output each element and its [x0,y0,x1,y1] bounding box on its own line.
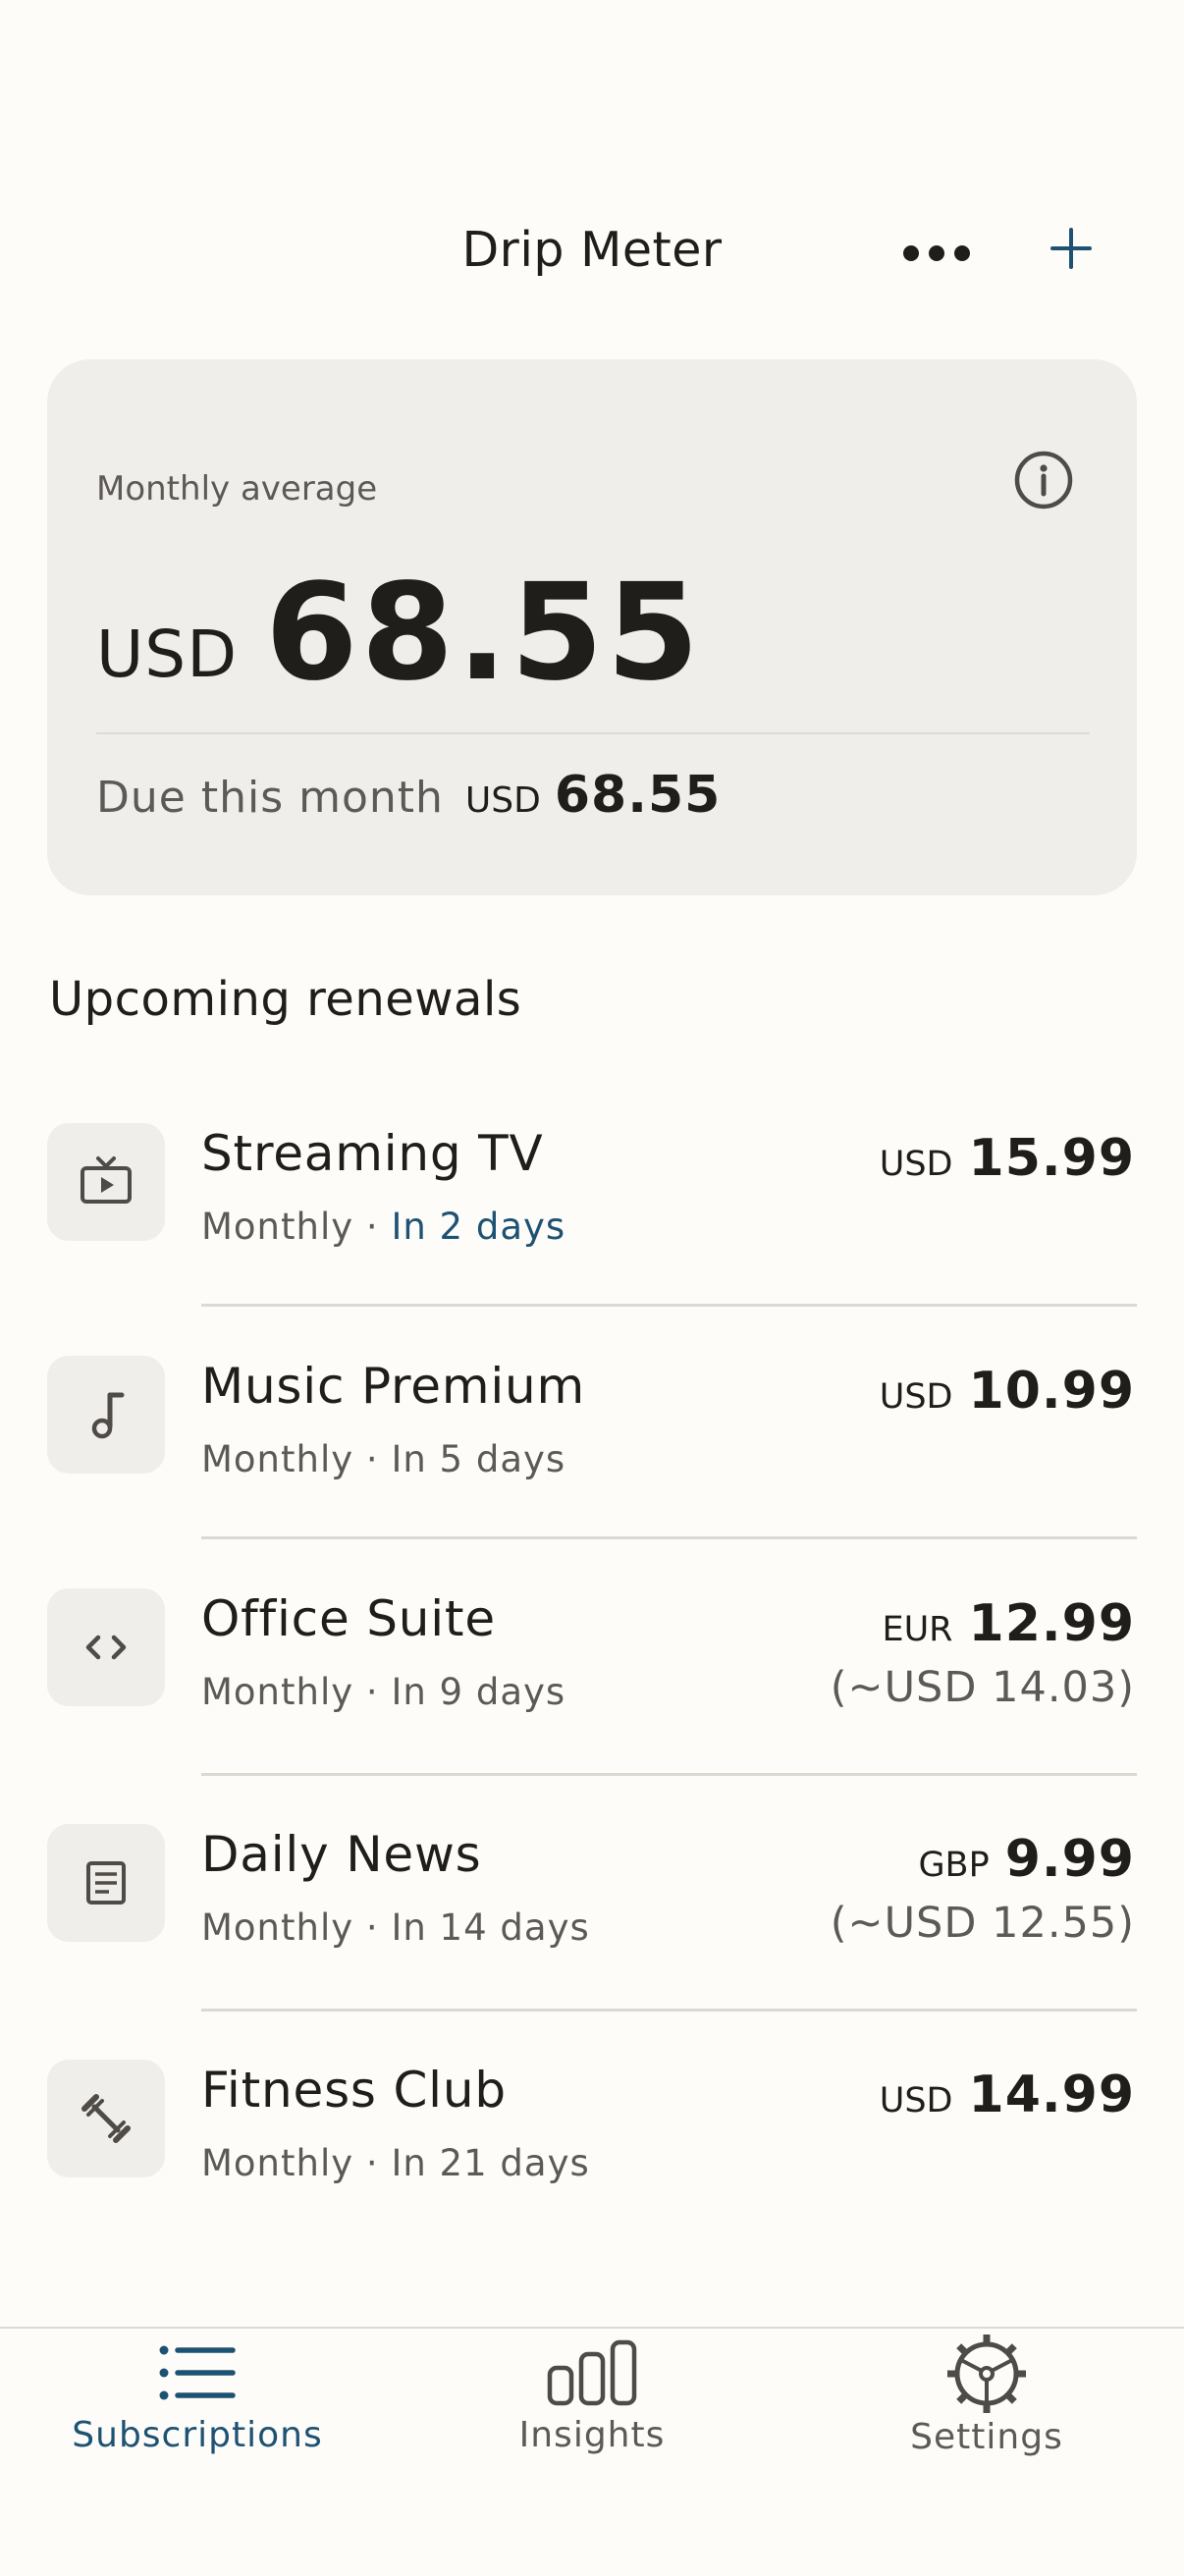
list-item[interactable]: Fitness Club Monthly · In 21 days USD 14… [0,2016,1184,2232]
item-renewal-days: In 5 days [391,1438,566,1480]
item-currency: EUR [882,1610,953,1649]
monthly-summary-card: Monthly average USD 68.55 Due this month… [47,359,1137,895]
item-name: Daily News [201,1826,482,1883]
item-renewal: Monthly · In 9 days [201,1671,565,1713]
item-renewal: Monthly · In 5 days [201,1438,565,1480]
item-cycle: Monthly · [201,1671,392,1713]
item-converted-amount: (~USD 12.55) [830,1899,1135,1948]
music-note-icon [91,1392,125,1439]
item-renewal-soon: In 2 days [391,1206,566,1248]
item-cycle: Monthly · [201,1438,392,1480]
item-renewal: Monthly · In 14 days [201,1906,590,1949]
app-title: Drip Meter [461,222,723,278]
summary-divider [96,732,1090,734]
more-button[interactable] [903,234,970,273]
item-amount: 12.99 [968,1594,1135,1653]
summary-currency: USD [96,617,239,692]
tab-label: Insights [518,2415,666,2455]
dumbbell-icon [81,2094,131,2143]
due-this-month: Due this month USD 68.55 [96,766,721,825]
list-item[interactable]: Music Premium Monthly · In 5 days USD 10… [0,1313,1184,1548]
list-icon [159,2345,236,2400]
tab-settings[interactable]: Settings [789,2334,1184,2496]
tab-insights[interactable]: Insights [395,2338,789,2496]
item-icon-tile [47,1123,165,1241]
due-currency: USD [464,780,541,821]
list-item[interactable]: Office Suite Monthly · In 9 days EUR 12.… [0,1545,1184,1781]
item-cycle: Monthly · [201,1206,392,1248]
due-label: Due this month [96,773,444,823]
tab-label: Subscriptions [72,2415,323,2455]
item-icon-tile [47,1588,165,1706]
item-divider [201,1536,1137,1539]
tv-icon [81,1156,132,1204]
item-currency: GBP [918,1846,990,1885]
item-price: GBP 9.99 [918,1830,1135,1889]
item-renewal-days: In 9 days [391,1671,566,1713]
item-amount: 9.99 [1004,1830,1135,1889]
info-icon[interactable] [1011,448,1076,512]
item-price: USD 14.99 [880,2066,1135,2124]
item-icon-tile [47,1356,165,1474]
due-amount: 68.55 [554,766,722,825]
tab-bar: Subscriptions Insights Settings [0,2327,1184,2576]
add-subscription-button[interactable] [1047,224,1096,273]
item-currency: USD [879,1377,953,1417]
item-currency: USD [879,2081,953,2120]
item-price: USD 10.99 [880,1362,1135,1421]
item-amount: 15.99 [968,1129,1135,1188]
item-amount: 14.99 [968,2066,1135,2124]
gear-icon [947,2334,1026,2413]
item-icon-tile [47,2060,165,2177]
more-dot [903,245,919,261]
item-renewal: Monthly · In 2 days [201,1206,565,1248]
more-dot [954,245,970,261]
item-amount: 10.99 [968,1362,1135,1421]
item-currency: USD [879,1145,953,1184]
item-icon-tile [47,1824,165,1942]
item-name: Office Suite [201,1590,496,1647]
tab-subscriptions[interactable]: Subscriptions [0,2338,395,2496]
more-dot [929,245,944,261]
code-icon [85,1635,127,1660]
item-renewal-days: In 21 days [391,2142,590,2184]
item-name: Fitness Club [201,2062,507,2119]
newspaper-icon [86,1861,126,1905]
item-price: EUR 12.99 [882,1594,1135,1653]
item-divider [201,1304,1137,1307]
summary-amount: 68.55 [265,556,703,711]
section-title: Upcoming renewals [49,972,522,1027]
item-renewal: Monthly · In 21 days [201,2142,590,2184]
item-name: Music Premium [201,1358,586,1415]
list-item[interactable]: Streaming TV Monthly · In 2 days USD 15.… [0,1080,1184,1315]
item-renewal-days: In 14 days [391,1906,590,1949]
tab-label: Settings [910,2417,1063,2457]
item-divider [201,1773,1137,1776]
item-cycle: Monthly · [201,2142,392,2184]
summary-label: Monthly average [96,469,378,509]
item-converted-amount: (~USD 14.03) [830,1663,1135,1712]
item-cycle: Monthly · [201,1906,392,1949]
bar-chart-icon [547,2339,637,2406]
item-divider [201,2009,1137,2012]
top-bar: Drip Meter [0,196,1184,310]
list-item[interactable]: Daily News Monthly · In 14 days GBP 9.99… [0,1781,1184,2016]
item-name: Streaming TV [201,1125,544,1182]
item-price: USD 15.99 [880,1129,1135,1188]
